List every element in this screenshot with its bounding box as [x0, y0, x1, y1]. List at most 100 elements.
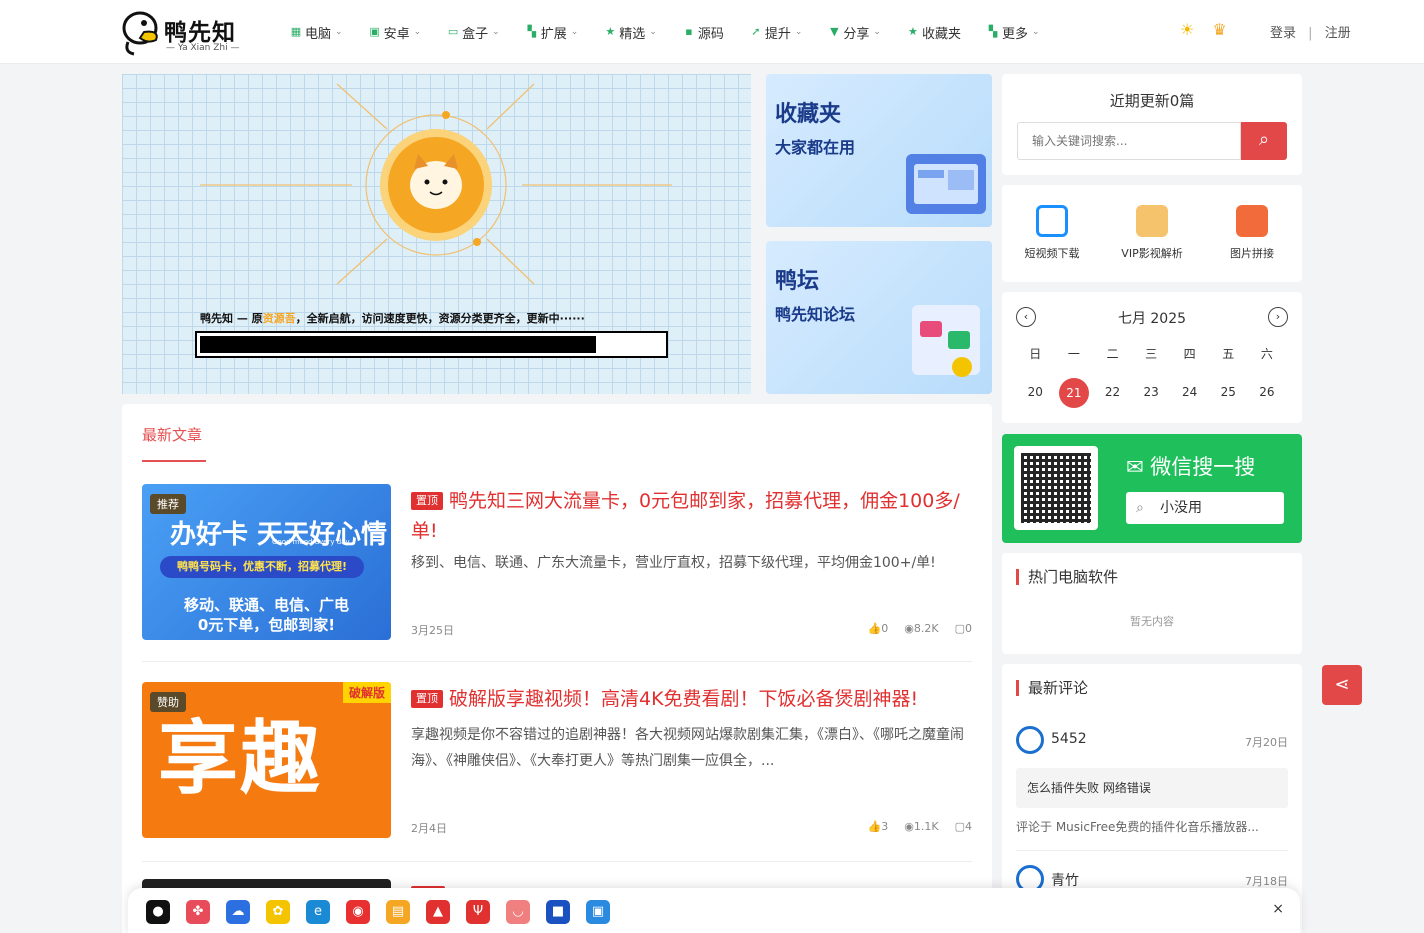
- nav-item-2[interactable]: ▭ 盒子 ⌄: [447, 23, 500, 42]
- tool-image-stitch[interactable]: 图片拼接: [1202, 205, 1302, 261]
- pinned-tag: 置顶: [411, 690, 443, 708]
- article-title[interactable]: 置顶 破解版享趣视频！高清4K免费看剧！下饭必备煲剧神器!: [411, 684, 971, 714]
- hero-banner[interactable]: 鸭先知 — 原资源吾，全新启航，访问速度更快，资源分类更齐全，更新中······: [122, 74, 751, 394]
- calendar-day[interactable]: 26: [1248, 378, 1287, 406]
- promo-favorites-subtitle: 大家都在用: [775, 138, 856, 157]
- nav-label: 电脑: [305, 26, 332, 42]
- header: 鸭先知 — Ya Xian Zhi — ▦ 电脑 ⌄ ▣ 安卓 ⌄ ▭ 盒子 ⌄ ▚ 扩展 ⌄ ★ 精选 ⌄…: [0, 0, 1424, 64]
- share-icon: ⋖: [1334, 674, 1350, 695]
- tab-underline: [142, 460, 206, 462]
- comment-text[interactable]: 怎么插件失败 网络错误: [1016, 768, 1288, 808]
- search-button[interactable]: ⌕: [1241, 122, 1287, 160]
- article-item[interactable]: 破解版 享趣 赞助 置顶 破解版享趣视频！高清4K免费看剧！下饭必备煲剧神器! 享…: [142, 682, 972, 838]
- calendar-day[interactable]: 25: [1209, 378, 1248, 406]
- promo-forum[interactable]: 鸭坛 鸭先知论坛: [766, 241, 992, 394]
- comment-reference[interactable]: 评论于 MusicFree免费的插件化音乐播放器...: [1016, 818, 1288, 835]
- nav-item-6[interactable]: ➚ 提升 ⌄: [750, 23, 802, 42]
- tool-video-download[interactable]: 短视频下载: [1002, 205, 1102, 261]
- tab-latest-articles[interactable]: 最新文章: [142, 424, 202, 445]
- article-thumbnail[interactable]: 破解版 享趣 赞助: [142, 682, 391, 838]
- send-icon: ▼: [830, 25, 839, 38]
- sponsor-badge: 赞助: [150, 692, 186, 712]
- empty-state: 暂无内容: [1130, 615, 1174, 628]
- tool-vip-parse[interactable]: VIP影视解析: [1102, 205, 1202, 261]
- car-icon[interactable]: ▲: [426, 900, 450, 924]
- sun-icon[interactable]: ☀: [1180, 20, 1194, 39]
- register-link[interactable]: 注册: [1325, 26, 1351, 41]
- wechat-search-box[interactable]: ⌕ 小没用: [1126, 492, 1284, 524]
- main-nav: ▦ 电脑 ⌄ ▣ 安卓 ⌄ ▭ 盒子 ⌄ ▚ 扩展 ⌄ ★ 精选 ⌄ ▪ 源码 ➚ 提升 ⌄ ▼ 分享 ⌄ ★ 收藏夹 ▚ 更多 ⌄: [290, 0, 1066, 64]
- recommend-badge: 推荐: [150, 494, 186, 514]
- calendar-day[interactable]: 21: [1055, 378, 1094, 408]
- weekday-label: 三: [1145, 347, 1158, 361]
- weekday-label: 五: [1222, 347, 1235, 361]
- fork-icon[interactable]: Ψ: [466, 900, 490, 924]
- nav-item-7[interactable]: ▼ 分享 ⌄: [828, 23, 881, 42]
- nav-item-0[interactable]: ▦ 电脑 ⌄: [290, 23, 343, 42]
- card-icon[interactable]: ▣: [586, 900, 610, 924]
- article-meta: 2月4日 👍3 ◉1.1K ▢4: [411, 820, 972, 836]
- logo-text: 鸭先知: [164, 20, 236, 46]
- duck-icon[interactable]: ✿: [266, 900, 290, 924]
- calendar-day[interactable]: 22: [1093, 378, 1132, 406]
- comment-count[interactable]: ▢4: [955, 820, 972, 833]
- comment-date: 7月18日: [1245, 875, 1288, 888]
- thumb-headline: 享趣: [158, 712, 322, 805]
- image-stitch-icon: [1236, 205, 1268, 237]
- thumb-ribbon: 鸭鸭号码卡，优惠不断，招募代理!: [160, 556, 364, 578]
- promo-favorites-title: 收藏夹: [775, 102, 842, 127]
- chevron-down-icon: ⌄: [1031, 27, 1040, 37]
- edge-icon[interactable]: e: [306, 900, 330, 924]
- calendar-day[interactable]: 20: [1016, 378, 1055, 406]
- crown-icon[interactable]: ♛: [1212, 20, 1226, 39]
- search-icon: ⌕: [1136, 500, 1144, 516]
- rocket-icon: ➚: [751, 25, 761, 38]
- nav-item-8[interactable]: ★ 收藏夹: [907, 23, 961, 42]
- nav-item-4[interactable]: ★ 精选 ⌄: [604, 23, 657, 42]
- thumb-tagline: Good mood every day: [272, 538, 350, 546]
- tools-card: 短视频下载 VIP影视解析 图片拼接: [1002, 185, 1302, 282]
- commenter-name[interactable]: 青竹: [1051, 870, 1079, 890]
- nav-item-5[interactable]: ▪ 源码: [683, 23, 724, 42]
- calendar-grid: 日 一 二 三 四 五 六 20 21 22 23 24 25 26: [1016, 340, 1287, 408]
- truck-icon[interactable]: ■: [546, 900, 570, 924]
- share-button[interactable]: ⋖: [1322, 665, 1362, 705]
- search-icon: ⌕: [1258, 129, 1270, 150]
- weekday-label: 四: [1183, 347, 1196, 361]
- promo-favorites[interactable]: 收藏夹 大家都在用: [766, 74, 992, 227]
- next-month-button[interactable]: ›: [1268, 307, 1288, 327]
- comment-count[interactable]: ▢0: [955, 622, 972, 635]
- nav-item-1[interactable]: ▣ 安卓 ⌄: [369, 23, 421, 42]
- dock-icons: ● ✤ ☁ ✿ e ◉ ▤ ▲ Ψ ◡ ■ ▣: [146, 900, 610, 924]
- close-icon[interactable]: ×: [1272, 901, 1284, 917]
- wechat-search-card[interactable]: ✉ 微信搜一搜 ⌕ 小没用: [1002, 434, 1302, 543]
- article-item[interactable]: 办好卡 天天好心情 Good mood every day 鸭鸭号码卡，优惠不断…: [142, 484, 972, 640]
- donut-icon[interactable]: ◉: [346, 900, 370, 924]
- like-count[interactable]: 👍3: [868, 820, 889, 833]
- view-count: ◉8.2K: [904, 622, 939, 635]
- auth-links: 登录 | 注册: [1270, 22, 1351, 41]
- qq-icon[interactable]: ●: [146, 900, 170, 924]
- commenter-name[interactable]: 5452: [1051, 731, 1087, 747]
- pinwheel-icon[interactable]: ✤: [186, 900, 210, 924]
- like-count[interactable]: 👍0: [868, 622, 889, 635]
- cloud-icon[interactable]: ☁: [226, 900, 250, 924]
- login-link[interactable]: 登录: [1270, 26, 1296, 41]
- cup-icon[interactable]: ◡: [506, 900, 530, 924]
- calendar-day[interactable]: 23: [1132, 378, 1171, 406]
- avatar: [1016, 726, 1044, 754]
- site-logo[interactable]: 鸭先知 — Ya Xian Zhi —: [120, 10, 250, 56]
- comment-date: 7月20日: [1245, 736, 1288, 749]
- tool-label: 图片拼接: [1230, 247, 1274, 260]
- header-icons: ☀ ♛: [1180, 20, 1227, 39]
- search-input[interactable]: [1017, 122, 1241, 160]
- article-excerpt: 移到、电信、联通、广东大流量卡，营业厅直权，招募下级代理，平均佣金100+/单!: [411, 555, 936, 571]
- comment-header[interactable]: 5452 7月20日: [1016, 726, 1288, 756]
- article-title[interactable]: 置顶 鸭先知三网大流量卡，0元包邮到家，招募代理，佣金100多/单!: [411, 486, 971, 546]
- calendar-day[interactable]: 24: [1170, 378, 1209, 406]
- nav-item-9[interactable]: ▚ 更多 ⌄: [987, 23, 1040, 42]
- burger-icon[interactable]: ▤: [386, 900, 410, 924]
- weekday-label: 日: [1029, 347, 1042, 361]
- nav-item-3[interactable]: ▚ 扩展 ⌄: [526, 23, 578, 42]
- article-thumbnail[interactable]: 办好卡 天天好心情 Good mood every day 鸭鸭号码卡，优惠不断…: [142, 484, 391, 640]
